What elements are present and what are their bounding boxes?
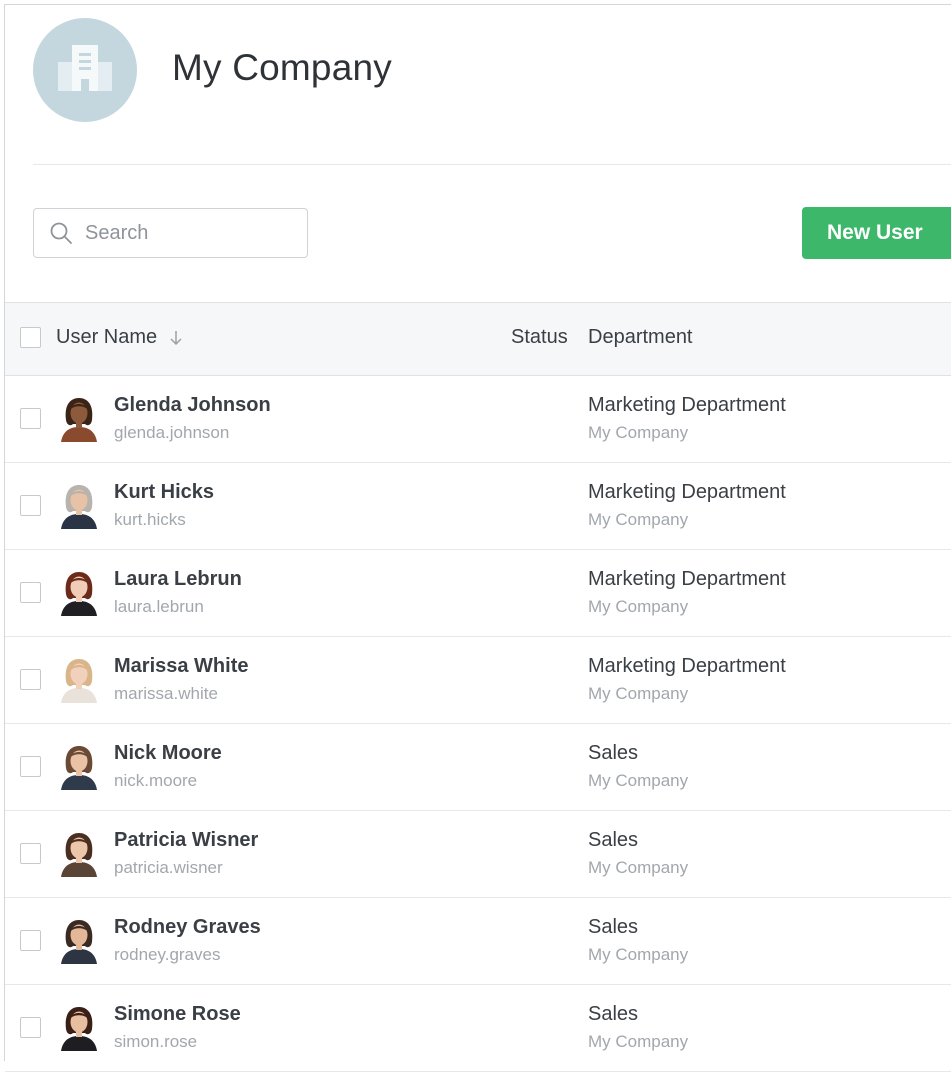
user-name[interactable]: Glenda Johnson <box>114 394 271 417</box>
header-divider <box>33 164 951 165</box>
user-login: marissa.white <box>114 684 218 703</box>
search-field[interactable] <box>33 208 308 258</box>
avatar <box>57 483 101 529</box>
table-row[interactable]: Rodney Graves rodney.graves Sales My Compan… <box>5 898 951 985</box>
department-company: My Company <box>588 423 689 442</box>
avatar <box>57 744 101 790</box>
user-login: rodney.graves <box>114 945 221 964</box>
column-header-label: User Name <box>56 326 158 348</box>
user-name[interactable]: Rodney Graves <box>114 916 261 939</box>
user-name[interactable]: Simone Rose <box>114 1003 241 1026</box>
user-name[interactable]: Nick Moore <box>114 742 222 765</box>
select-all-checkbox[interactable] <box>20 327 41 348</box>
search-icon <box>49 221 73 245</box>
table-row[interactable]: Glenda Johnson glenda.johnson Marketing De… <box>5 376 951 463</box>
department-company: My Company <box>588 771 689 790</box>
department-company: My Company <box>588 945 689 964</box>
users-table: User Name Status Department Glenda Johns… <box>5 302 951 1072</box>
avatar <box>57 918 101 964</box>
table-row[interactable]: Patricia Wisner patricia.wisner Sales My Co… <box>5 811 951 898</box>
search-input[interactable] <box>85 221 285 245</box>
department-name: Marketing Department <box>588 568 786 590</box>
user-login: patricia.wisner <box>114 858 223 877</box>
user-login: nick.moore <box>114 771 198 790</box>
department-name: Sales <box>588 742 639 764</box>
user-login: simon.rose <box>114 1032 198 1051</box>
avatar <box>57 657 101 703</box>
user-name[interactable]: Marissa White <box>114 655 248 678</box>
avatar <box>57 831 101 877</box>
table-row[interactable]: Kurt Hicks kurt.hicks Marketing Department… <box>5 463 951 550</box>
row-checkbox[interactable] <box>20 930 41 951</box>
department-company: My Company <box>588 510 689 529</box>
avatar <box>57 1005 101 1051</box>
new-user-button[interactable]: New User <box>802 207 951 259</box>
table-header: User Name Status Department <box>5 302 951 376</box>
user-name[interactable]: Patricia Wisner <box>114 829 258 852</box>
column-header-status[interactable]: Status <box>511 326 568 349</box>
row-checkbox[interactable] <box>20 843 41 864</box>
department-name: Sales <box>588 916 639 938</box>
department-company: My Company <box>588 1032 689 1051</box>
avatar <box>57 396 101 442</box>
arrow-down-icon[interactable] <box>169 330 183 346</box>
row-checkbox[interactable] <box>20 669 41 690</box>
department-company: My Company <box>588 684 689 703</box>
column-header-department[interactable]: Department <box>588 326 693 349</box>
row-checkbox[interactable] <box>20 1017 41 1038</box>
table-row[interactable]: Nick Moore nick.moore Sales My Company <box>5 724 951 811</box>
company-logo <box>33 18 137 122</box>
row-checkbox[interactable] <box>20 582 41 603</box>
department-name: Marketing Department <box>588 394 786 416</box>
column-header-user-name[interactable]: User Name <box>56 326 183 349</box>
user-name[interactable]: Laura Lebrun <box>114 568 242 591</box>
building-icon <box>56 42 114 99</box>
table-row[interactable]: Laura Lebrun laura.lebrun Marketing Depart… <box>5 550 951 637</box>
main-panel: My Company New User User Name <box>4 4 951 1072</box>
table-row[interactable]: Simone Rose simon.rose Sales My Company <box>5 985 951 1072</box>
page-title: My Company <box>172 47 392 88</box>
row-checkbox[interactable] <box>20 495 41 516</box>
department-company: My Company <box>588 858 689 877</box>
row-checkbox[interactable] <box>20 408 41 429</box>
avatar <box>57 570 101 616</box>
department-company: My Company <box>588 597 689 616</box>
table-body: Glenda Johnson glenda.johnson Marketing De… <box>5 376 951 1072</box>
user-login: kurt.hicks <box>114 510 186 529</box>
department-name: Sales <box>588 829 639 851</box>
user-name[interactable]: Kurt Hicks <box>114 481 214 504</box>
department-name: Marketing Department <box>588 481 786 503</box>
user-login: laura.lebrun <box>114 597 204 616</box>
department-name: Marketing Department <box>588 655 786 677</box>
table-row[interactable]: Marissa White marissa.white Marketing Depa… <box>5 637 951 724</box>
row-checkbox[interactable] <box>20 756 41 777</box>
user-login: glenda.johnson <box>114 423 230 442</box>
department-name: Sales <box>588 1003 639 1025</box>
